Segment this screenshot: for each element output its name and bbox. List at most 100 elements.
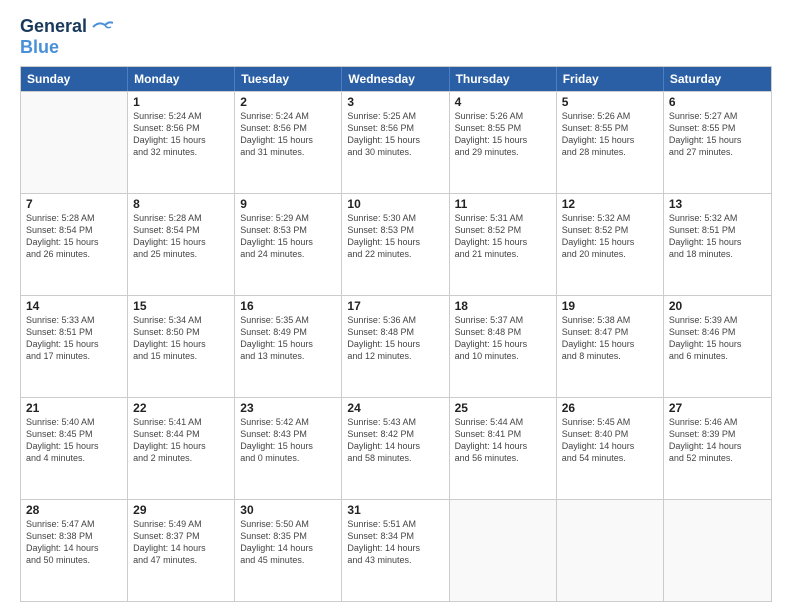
calendar-cell: 12Sunrise: 5:32 AM Sunset: 8:52 PM Dayli… — [557, 194, 664, 295]
day-number: 18 — [455, 299, 551, 313]
day-number: 21 — [26, 401, 122, 415]
header-day-monday: Monday — [128, 67, 235, 91]
calendar-header: SundayMondayTuesdayWednesdayThursdayFrid… — [21, 67, 771, 91]
day-info: Sunrise: 5:25 AM Sunset: 8:56 PM Dayligh… — [347, 110, 443, 159]
day-info: Sunrise: 5:46 AM Sunset: 8:39 PM Dayligh… — [669, 416, 766, 465]
day-number: 20 — [669, 299, 766, 313]
day-info: Sunrise: 5:26 AM Sunset: 8:55 PM Dayligh… — [455, 110, 551, 159]
calendar-cell: 9Sunrise: 5:29 AM Sunset: 8:53 PM Daylig… — [235, 194, 342, 295]
day-info: Sunrise: 5:39 AM Sunset: 8:46 PM Dayligh… — [669, 314, 766, 363]
day-number: 8 — [133, 197, 229, 211]
calendar-cell: 1Sunrise: 5:24 AM Sunset: 8:56 PM Daylig… — [128, 92, 235, 193]
calendar-cell: 24Sunrise: 5:43 AM Sunset: 8:42 PM Dayli… — [342, 398, 449, 499]
day-info: Sunrise: 5:30 AM Sunset: 8:53 PM Dayligh… — [347, 212, 443, 261]
day-number: 17 — [347, 299, 443, 313]
day-info: Sunrise: 5:41 AM Sunset: 8:44 PM Dayligh… — [133, 416, 229, 465]
day-number: 3 — [347, 95, 443, 109]
calendar-cell: 19Sunrise: 5:38 AM Sunset: 8:47 PM Dayli… — [557, 296, 664, 397]
day-number: 22 — [133, 401, 229, 415]
day-number: 23 — [240, 401, 336, 415]
calendar-cell: 8Sunrise: 5:28 AM Sunset: 8:54 PM Daylig… — [128, 194, 235, 295]
calendar-body: 1Sunrise: 5:24 AM Sunset: 8:56 PM Daylig… — [21, 91, 771, 601]
day-number: 11 — [455, 197, 551, 211]
header-day-wednesday: Wednesday — [342, 67, 449, 91]
logo-general: General — [20, 16, 87, 37]
day-number: 14 — [26, 299, 122, 313]
calendar: SundayMondayTuesdayWednesdayThursdayFrid… — [20, 66, 772, 602]
day-info: Sunrise: 5:49 AM Sunset: 8:37 PM Dayligh… — [133, 518, 229, 567]
calendar-cell: 23Sunrise: 5:42 AM Sunset: 8:43 PM Dayli… — [235, 398, 342, 499]
calendar-cell: 5Sunrise: 5:26 AM Sunset: 8:55 PM Daylig… — [557, 92, 664, 193]
day-info: Sunrise: 5:24 AM Sunset: 8:56 PM Dayligh… — [133, 110, 229, 159]
calendar-cell: 15Sunrise: 5:34 AM Sunset: 8:50 PM Dayli… — [128, 296, 235, 397]
day-info: Sunrise: 5:36 AM Sunset: 8:48 PM Dayligh… — [347, 314, 443, 363]
day-info: Sunrise: 5:44 AM Sunset: 8:41 PM Dayligh… — [455, 416, 551, 465]
calendar-cell — [21, 92, 128, 193]
calendar-cell: 3Sunrise: 5:25 AM Sunset: 8:56 PM Daylig… — [342, 92, 449, 193]
calendar-cell — [450, 500, 557, 601]
calendar-cell: 21Sunrise: 5:40 AM Sunset: 8:45 PM Dayli… — [21, 398, 128, 499]
calendar-cell — [557, 500, 664, 601]
day-number: 19 — [562, 299, 658, 313]
day-number: 15 — [133, 299, 229, 313]
calendar-cell: 2Sunrise: 5:24 AM Sunset: 8:56 PM Daylig… — [235, 92, 342, 193]
calendar-row-1: 1Sunrise: 5:24 AM Sunset: 8:56 PM Daylig… — [21, 91, 771, 193]
calendar-cell: 22Sunrise: 5:41 AM Sunset: 8:44 PM Dayli… — [128, 398, 235, 499]
day-number: 27 — [669, 401, 766, 415]
calendar-cell: 26Sunrise: 5:45 AM Sunset: 8:40 PM Dayli… — [557, 398, 664, 499]
calendar-cell: 29Sunrise: 5:49 AM Sunset: 8:37 PM Dayli… — [128, 500, 235, 601]
day-info: Sunrise: 5:28 AM Sunset: 8:54 PM Dayligh… — [133, 212, 229, 261]
day-number: 7 — [26, 197, 122, 211]
day-info: Sunrise: 5:40 AM Sunset: 8:45 PM Dayligh… — [26, 416, 122, 465]
calendar-cell: 4Sunrise: 5:26 AM Sunset: 8:55 PM Daylig… — [450, 92, 557, 193]
logo-bird-icon — [91, 19, 113, 35]
header-day-sunday: Sunday — [21, 67, 128, 91]
calendar-cell: 18Sunrise: 5:37 AM Sunset: 8:48 PM Dayli… — [450, 296, 557, 397]
day-info: Sunrise: 5:38 AM Sunset: 8:47 PM Dayligh… — [562, 314, 658, 363]
calendar-cell: 7Sunrise: 5:28 AM Sunset: 8:54 PM Daylig… — [21, 194, 128, 295]
day-number: 12 — [562, 197, 658, 211]
calendar-cell — [664, 500, 771, 601]
day-info: Sunrise: 5:24 AM Sunset: 8:56 PM Dayligh… — [240, 110, 336, 159]
header-day-tuesday: Tuesday — [235, 67, 342, 91]
day-number: 28 — [26, 503, 122, 517]
logo-blue: Blue — [20, 37, 59, 57]
calendar-cell: 30Sunrise: 5:50 AM Sunset: 8:35 PM Dayli… — [235, 500, 342, 601]
day-number: 31 — [347, 503, 443, 517]
day-info: Sunrise: 5:34 AM Sunset: 8:50 PM Dayligh… — [133, 314, 229, 363]
calendar-row-5: 28Sunrise: 5:47 AM Sunset: 8:38 PM Dayli… — [21, 499, 771, 601]
day-number: 5 — [562, 95, 658, 109]
day-info: Sunrise: 5:51 AM Sunset: 8:34 PM Dayligh… — [347, 518, 443, 567]
day-number: 25 — [455, 401, 551, 415]
day-info: Sunrise: 5:33 AM Sunset: 8:51 PM Dayligh… — [26, 314, 122, 363]
calendar-cell: 16Sunrise: 5:35 AM Sunset: 8:49 PM Dayli… — [235, 296, 342, 397]
day-number: 26 — [562, 401, 658, 415]
header-day-thursday: Thursday — [450, 67, 557, 91]
day-number: 10 — [347, 197, 443, 211]
calendar-cell: 17Sunrise: 5:36 AM Sunset: 8:48 PM Dayli… — [342, 296, 449, 397]
day-info: Sunrise: 5:31 AM Sunset: 8:52 PM Dayligh… — [455, 212, 551, 261]
day-info: Sunrise: 5:32 AM Sunset: 8:52 PM Dayligh… — [562, 212, 658, 261]
day-info: Sunrise: 5:32 AM Sunset: 8:51 PM Dayligh… — [669, 212, 766, 261]
day-number: 1 — [133, 95, 229, 109]
day-info: Sunrise: 5:37 AM Sunset: 8:48 PM Dayligh… — [455, 314, 551, 363]
page: General Blue SundayMondayTuesdayWednesda… — [0, 0, 792, 612]
day-info: Sunrise: 5:29 AM Sunset: 8:53 PM Dayligh… — [240, 212, 336, 261]
calendar-cell: 10Sunrise: 5:30 AM Sunset: 8:53 PM Dayli… — [342, 194, 449, 295]
day-number: 6 — [669, 95, 766, 109]
day-info: Sunrise: 5:26 AM Sunset: 8:55 PM Dayligh… — [562, 110, 658, 159]
calendar-cell: 31Sunrise: 5:51 AM Sunset: 8:34 PM Dayli… — [342, 500, 449, 601]
calendar-cell: 13Sunrise: 5:32 AM Sunset: 8:51 PM Dayli… — [664, 194, 771, 295]
day-number: 24 — [347, 401, 443, 415]
calendar-cell: 11Sunrise: 5:31 AM Sunset: 8:52 PM Dayli… — [450, 194, 557, 295]
header: General Blue — [20, 16, 772, 58]
calendar-cell: 14Sunrise: 5:33 AM Sunset: 8:51 PM Dayli… — [21, 296, 128, 397]
day-info: Sunrise: 5:47 AM Sunset: 8:38 PM Dayligh… — [26, 518, 122, 567]
calendar-row-2: 7 Sunrise: 5:28 AM Sunset: 8:54 PM Daylig… — [21, 193, 771, 295]
day-number: 13 — [669, 197, 766, 211]
day-info: Sunrise: 5:27 AM Sunset: 8:55 PM Dayligh… — [669, 110, 766, 159]
header-day-saturday: Saturday — [664, 67, 771, 91]
calendar-cell: 28Sunrise: 5:47 AM Sunset: 8:38 PM Dayli… — [21, 500, 128, 601]
header-day-friday: Friday — [557, 67, 664, 91]
day-number: 9 — [240, 197, 336, 211]
